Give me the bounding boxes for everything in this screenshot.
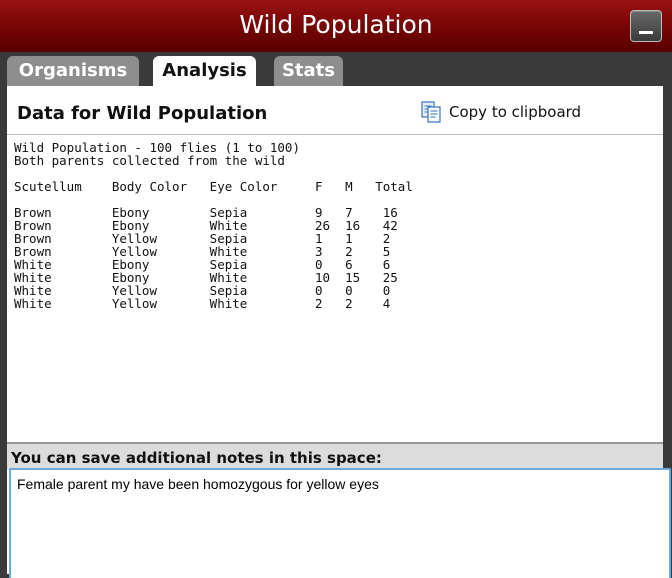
clipboard-icon [421, 101, 441, 123]
notes-textarea[interactable]: Female parent my have been homozygous fo… [9, 468, 671, 578]
population-data-text: Wild Population - 100 flies (1 to 100) B… [14, 141, 413, 310]
minimize-button[interactable] [630, 10, 662, 42]
panel-header: Data for Wild Population Copy to clipboa… [7, 86, 663, 135]
notes-bar: You can save additional notes in this sp… [7, 442, 663, 470]
copy-to-clipboard-button[interactable]: Copy to clipboard [419, 100, 581, 124]
page-title: Data for Wild Population [17, 103, 268, 124]
analysis-panel: Data for Wild Population Copy to clipboa… [7, 86, 671, 578]
title-bar: Wild Population [0, 0, 672, 53]
data-line: Both parents collected from the wild [14, 153, 285, 168]
data-output: Wild Population - 100 flies (1 to 100) B… [7, 135, 663, 441]
window-title: Wild Population [239, 10, 433, 39]
tab-analysis[interactable]: Analysis [153, 56, 256, 86]
data-header-row: Scutellum Body Color Eye Color F M Total [14, 179, 413, 194]
copy-label: Copy to clipboard [449, 103, 582, 121]
tab-strip: Organisms Analysis Stats [0, 52, 672, 86]
notes-label: You can save additional notes in this sp… [11, 449, 382, 467]
tab-stats[interactable]: Stats [274, 56, 343, 86]
app-window: Wild Population Organisms Analysis Stats… [0, 0, 672, 578]
data-row: White Yellow White 2 2 4 [14, 296, 391, 311]
tab-organisms[interactable]: Organisms [7, 56, 139, 86]
minimize-icon [639, 31, 653, 34]
